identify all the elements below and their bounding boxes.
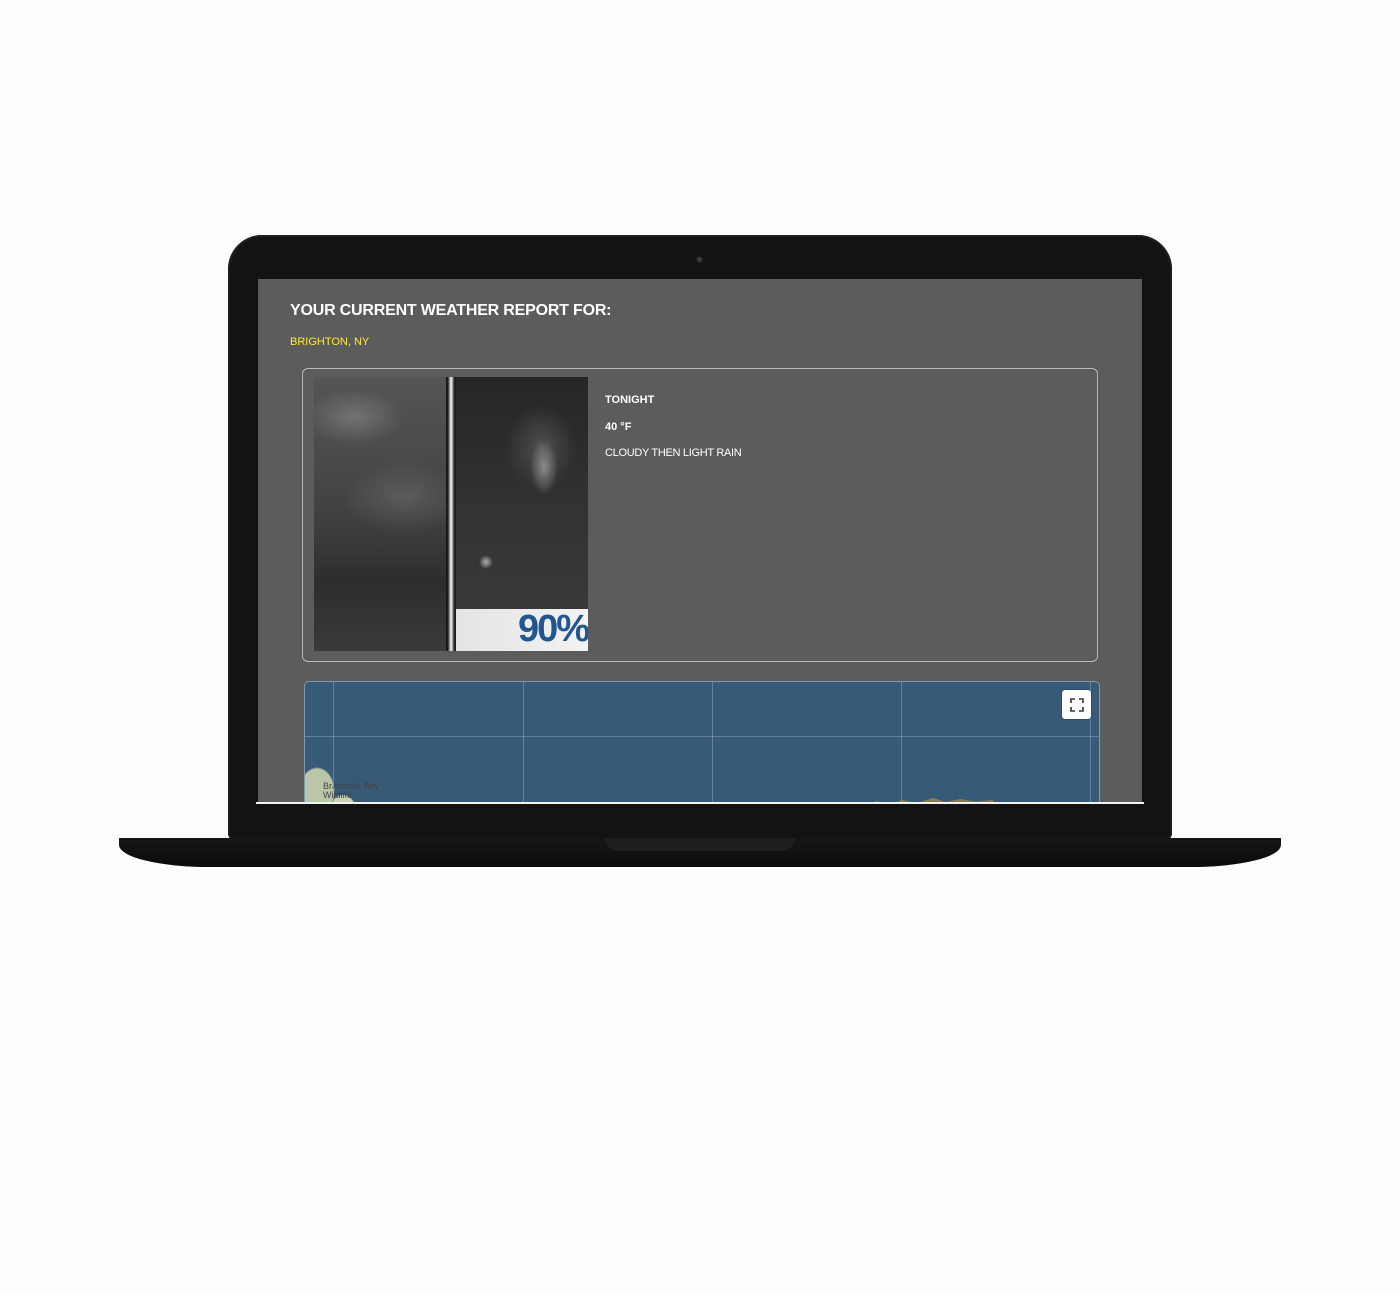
map-gridline (305, 736, 1099, 737)
webcam-icon (697, 257, 702, 262)
forecast-description: CLOUDY THEN LIGHT RAIN (605, 447, 742, 459)
cloudy-sky-image (314, 377, 446, 651)
forecast-card: 90% TONIGHT 40 °F CLOUDY THEN LIGHT RAIN (302, 368, 1098, 662)
screen-edge (256, 802, 1144, 804)
map-gridline (712, 682, 713, 803)
map-gridline (901, 682, 902, 803)
page-title: YOUR CURRENT WEATHER REPORT FOR: (290, 302, 612, 319)
map-gridline (523, 682, 524, 803)
weather-map[interactable]: Braddock Bay Wildlife (304, 681, 1100, 803)
forecast-temperature: 40 °F (605, 421, 632, 433)
map-gridline (333, 682, 334, 803)
image-divider (446, 377, 456, 651)
fullscreen-button[interactable] (1062, 690, 1091, 719)
forecast-period: TONIGHT (605, 394, 655, 406)
fullscreen-icon (1069, 697, 1084, 712)
cloudy-then-rain-icon: 90% (314, 377, 588, 651)
map-place-label: Braddock Bay Wildlife (323, 781, 380, 800)
precipitation-chance: 90% (517, 608, 588, 650)
location-label: BRIGHTON, NY (290, 336, 370, 348)
laptop-notch (605, 838, 795, 851)
browser-viewport: YOUR CURRENT WEATHER REPORT FOR: BRIGHTO… (258, 279, 1142, 803)
